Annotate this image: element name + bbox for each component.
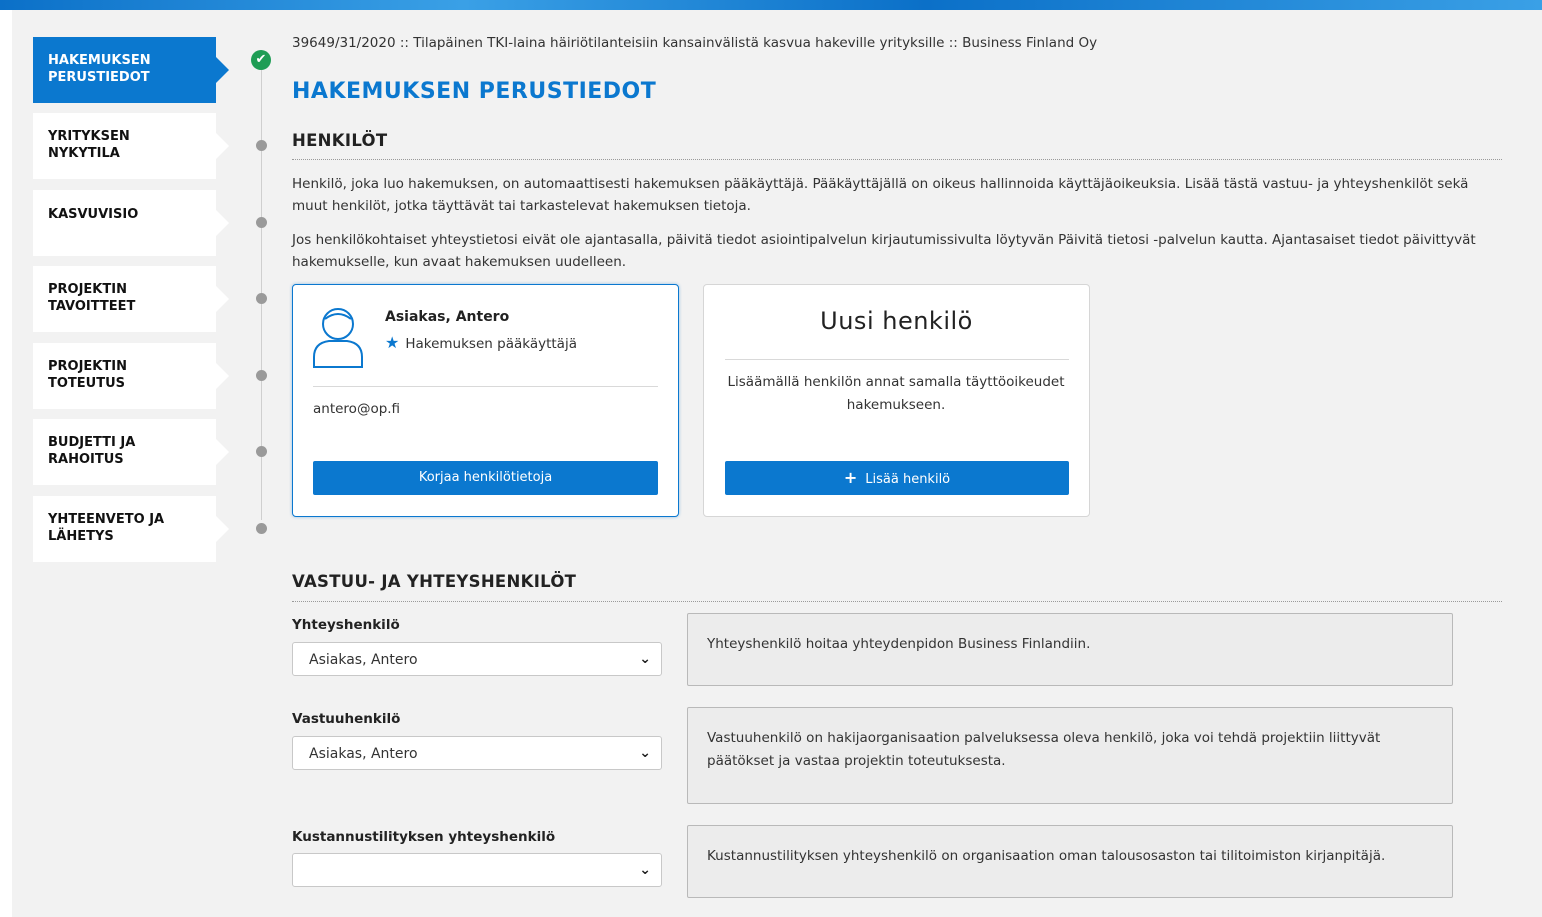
step-status-dot	[256, 293, 267, 304]
step-label: PROJEKTIN TOTEUTUS	[48, 359, 127, 391]
new-person-card: Uusi henkilö Lisäämällä henkilön annat s…	[703, 284, 1090, 517]
step-status-dot	[256, 217, 267, 228]
add-person-button[interactable]: + Lisää henkilö	[725, 461, 1069, 495]
step-label: BUDJETTI JA RAHOITUS	[48, 435, 136, 467]
person-email: antero@op.fi	[313, 401, 401, 417]
add-person-label: Lisää henkilö	[865, 472, 951, 487]
contact-person-label: Yhteyshenkilö	[292, 617, 400, 633]
star-icon: ★	[385, 333, 400, 352]
step-budjetti-ja-rahoitus[interactable]: BUDJETTI JA RAHOITUS	[33, 419, 229, 485]
page-title: HAKEMUKSEN PERUSTIEDOT	[292, 79, 657, 104]
step-status-dot	[256, 523, 267, 534]
person-name: Asiakas, Antero	[385, 309, 510, 325]
responsible-person-label: Vastuuhenkilö	[292, 711, 401, 727]
card-divider	[725, 359, 1069, 360]
step-label: KASVUVISIO	[48, 207, 139, 222]
new-person-description: Lisäämällä henkilön annat samalla täyttö…	[727, 374, 1065, 413]
intro-paragraph: Henkilö, joka luo hakemuksen, on automaa…	[292, 176, 1469, 214]
cost-report-contact-select[interactable]: ⌄	[292, 853, 662, 887]
step-projektin-tavoitteet[interactable]: PROJEKTIN TAVOITTEET	[33, 266, 229, 332]
chevron-down-icon: ⌄	[639, 651, 651, 667]
step-projektin-toteutus[interactable]: PROJEKTIN TOTEUTUS	[33, 343, 229, 409]
update-info-paragraph: Jos henkilökohtaiset yhteystietosi eivät…	[292, 232, 1476, 270]
step-kasvuvisio[interactable]: KASVUVISIO	[33, 190, 229, 256]
cost-report-contact-label: Kustannustilityksen yhteyshenkilö	[292, 829, 556, 845]
chevron-down-icon: ⌄	[639, 862, 651, 878]
person-card[interactable]: Asiakas, Antero ★ Hakemuksen pääkäyttäjä …	[292, 284, 679, 517]
responsible-person-value: Asiakas, Antero	[309, 746, 418, 762]
section-divider	[292, 601, 1502, 602]
step-label: YHTEENVETO JA LÄHETYS	[48, 512, 165, 544]
person-role: ★ Hakemuksen pääkäyttäjä	[385, 333, 577, 352]
role-label: Hakemuksen pääkäyttäjä	[405, 336, 577, 352]
plus-icon: +	[843, 468, 858, 487]
step-yrityksen-nykytila[interactable]: YRITYKSEN NYKYTILA	[33, 113, 229, 179]
contact-person-info: Yhteyshenkilö hoitaa yhteydenpidon Busin…	[687, 613, 1453, 686]
step-status-dot	[256, 370, 267, 381]
section-title-henkilot: HENKILÖT	[292, 131, 388, 150]
step-status-dot	[256, 140, 267, 151]
chevron-down-icon: ⌄	[639, 745, 651, 761]
responsible-person-info: Vastuuhenkilö on hakijaorganisaation pal…	[687, 707, 1453, 804]
responsible-person-select[interactable]: Asiakas, Antero ⌄	[292, 736, 662, 770]
breadcrumb: 39649/31/2020 :: Tilapäinen TKI-laina hä…	[292, 35, 1098, 51]
user-avatar-icon	[313, 308, 363, 368]
contact-person-value: Asiakas, Antero	[309, 652, 418, 668]
step-label: HAKEMUKSEN PERUSTIEDOT	[48, 53, 151, 85]
edit-person-button[interactable]: Korjaa henkilötietoja	[313, 461, 658, 495]
step-label: PROJEKTIN TAVOITTEET	[48, 282, 136, 314]
step-yhteenveto-ja-lahetys[interactable]: YHTEENVETO JA LÄHETYS	[33, 496, 229, 562]
step-hakemuksen-perustiedot[interactable]: HAKEMUKSEN PERUSTIEDOT	[33, 37, 229, 103]
cost-report-contact-info: Kustannustilityksen yhteyshenkilö on org…	[687, 825, 1453, 898]
new-person-title: Uusi henkilö	[820, 307, 973, 335]
step-label: YRITYKSEN NYKYTILA	[48, 129, 130, 161]
card-divider	[313, 386, 658, 387]
section-divider	[292, 159, 1502, 160]
section-title-contacts: VASTUU- JA YHTEYSHENKILÖT	[292, 572, 577, 591]
contact-person-select[interactable]: Asiakas, Antero ⌄	[292, 642, 662, 676]
top-accent-bar	[0, 0, 1542, 10]
step-status-dot	[256, 446, 267, 457]
check-circle-icon: ✔	[251, 50, 271, 70]
